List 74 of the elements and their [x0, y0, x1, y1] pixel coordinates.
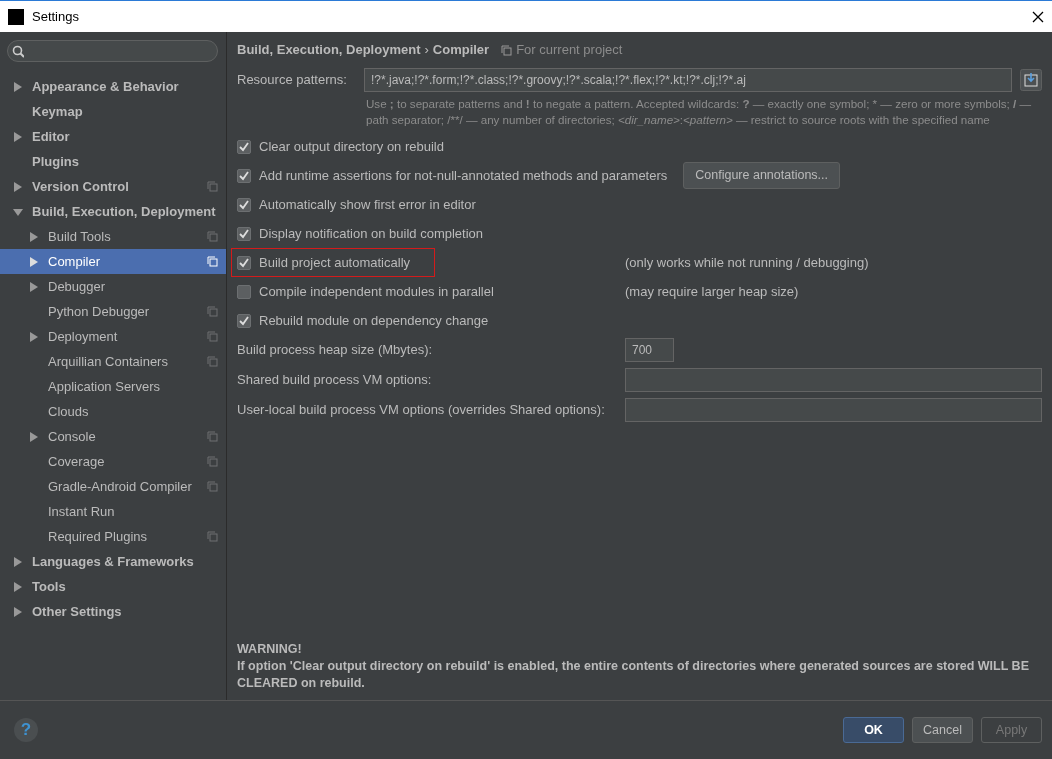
collapsed-arrow-icon[interactable] [12, 130, 24, 143]
checkbox[interactable] [237, 168, 251, 183]
browse-button[interactable] [1020, 69, 1042, 91]
tree-item[interactable]: Required Plugins [0, 524, 226, 549]
tree-item[interactable]: Clouds [0, 399, 226, 424]
note-text: (may require larger heap size) [625, 282, 799, 301]
input-field[interactable]: !?*.java;!?*.form;!?*.class;!?*.groovy;!?*.scala;!?*.flex;!?*.kt;!?*.clj;!?*.aj [364, 68, 1012, 92]
field-label: User-local build process VM options (overrides Shared options): [237, 401, 606, 420]
collapsed-arrow-icon[interactable] [12, 580, 24, 593]
dialog-button[interactable]: Cancel [912, 717, 973, 743]
checkbox[interactable] [237, 226, 251, 241]
checkbox-label[interactable]: Rebuild module on dependency change [259, 310, 489, 331]
input-field[interactable] [625, 368, 1042, 392]
checkbox-label[interactable]: Compile independent modules in parallel [259, 281, 494, 302]
close-icon[interactable] [1032, 10, 1044, 23]
breadcrumb-current: Compiler [432, 41, 490, 60]
breadcrumb-separator: › [424, 41, 429, 60]
checkbox-label[interactable]: Display notification on build completion [259, 223, 483, 244]
tree-item[interactable]: Languages & Frameworks [0, 549, 226, 574]
help-text: Use ; to separate patterns and ! to negate a pattern. Accepted wildcards: ? — exactly one symbol; * — zero or more symbols; / — path separator; /**/ — any number of directories; <dir_name>:<pattern> — restrict to source roots with the specified name [366, 96, 1033, 128]
breadcrumb-item: Build, Execution, Deployment [237, 41, 421, 60]
input-field[interactable] [625, 398, 1042, 422]
tree-item[interactable]: Build Tools [0, 224, 226, 249]
checkbox-label[interactable]: Add runtime assertions for not-null-annotated methods and parameters [259, 165, 668, 186]
collapsed-arrow-icon[interactable] [12, 605, 24, 618]
collapsed-arrow-icon[interactable] [28, 280, 40, 293]
input-field[interactable]: 700 [625, 338, 674, 362]
collapsed-arrow-icon[interactable] [12, 555, 24, 568]
field-label: Build process heap size (Mbytes): [237, 341, 434, 360]
app-icon [8, 8, 24, 25]
collapsed-arrow-icon[interactable] [28, 330, 40, 343]
checkbox[interactable] [237, 139, 251, 154]
tree-item[interactable]: Console [0, 424, 226, 449]
dialog-button[interactable]: OK [843, 717, 904, 743]
tree-item[interactable]: Tools [0, 574, 226, 599]
collapsed-arrow-icon[interactable] [12, 180, 24, 193]
collapsed-arrow-icon[interactable] [28, 255, 40, 268]
configure-button[interactable]: Configure annotations... [683, 162, 840, 189]
tree-item[interactable]: Instant Run [0, 499, 226, 524]
warning-text: If option 'Clear output directory on rebuild' is enabled, the entire contents of directories where generated sources are stored WILL BE CLEARED on rebuild. [237, 658, 1030, 692]
project-level-icon [501, 44, 513, 56]
window-title: Settings [32, 7, 79, 26]
tree-item[interactable]: Build, Execution, Deployment [0, 199, 226, 224]
tree-item[interactable]: Application Servers [0, 374, 226, 399]
tree-item[interactable]: Python Debugger [0, 299, 226, 324]
checkbox-label[interactable]: Clear output directory on rebuild [259, 136, 444, 157]
tree-item[interactable]: Plugins [0, 149, 226, 174]
tree-item[interactable]: Version Control [0, 174, 226, 199]
tree-item[interactable]: Keymap [0, 99, 226, 124]
checkbox-label[interactable]: Build project automatically [259, 252, 411, 273]
checkbox-label[interactable]: Automatically show first error in editor [259, 194, 476, 215]
tree-item[interactable]: Arquillian Containers [0, 349, 226, 374]
note-text: (only works while not running / debugging) [625, 253, 869, 272]
checkbox[interactable] [237, 313, 251, 328]
collapsed-arrow-icon[interactable] [28, 230, 40, 243]
tree-item[interactable]: Other Settings [0, 599, 226, 624]
search-icon [12, 44, 24, 58]
collapsed-arrow-icon[interactable] [28, 430, 40, 443]
tree-item[interactable]: Compiler [0, 249, 226, 274]
tree-item[interactable]: Coverage [0, 449, 226, 474]
tree-item[interactable]: Gradle-Android Compiler [0, 474, 226, 499]
tree-item[interactable]: Editor [0, 124, 226, 149]
tree-item[interactable]: Debugger [0, 274, 226, 299]
collapsed-arrow-icon[interactable] [12, 80, 24, 93]
field-label: Resource patterns: [237, 71, 348, 90]
tree-item[interactable]: Appearance & Behavior [0, 74, 226, 99]
search-field[interactable] [7, 40, 218, 62]
tree-item[interactable]: Deployment [0, 324, 226, 349]
checkbox[interactable] [237, 255, 251, 270]
scope-note: For current project [516, 41, 623, 60]
warning-title: WARNING! [237, 641, 303, 658]
checkbox[interactable] [237, 197, 251, 212]
field-label: Shared build process VM options: [237, 371, 433, 390]
checkbox[interactable] [237, 284, 251, 299]
